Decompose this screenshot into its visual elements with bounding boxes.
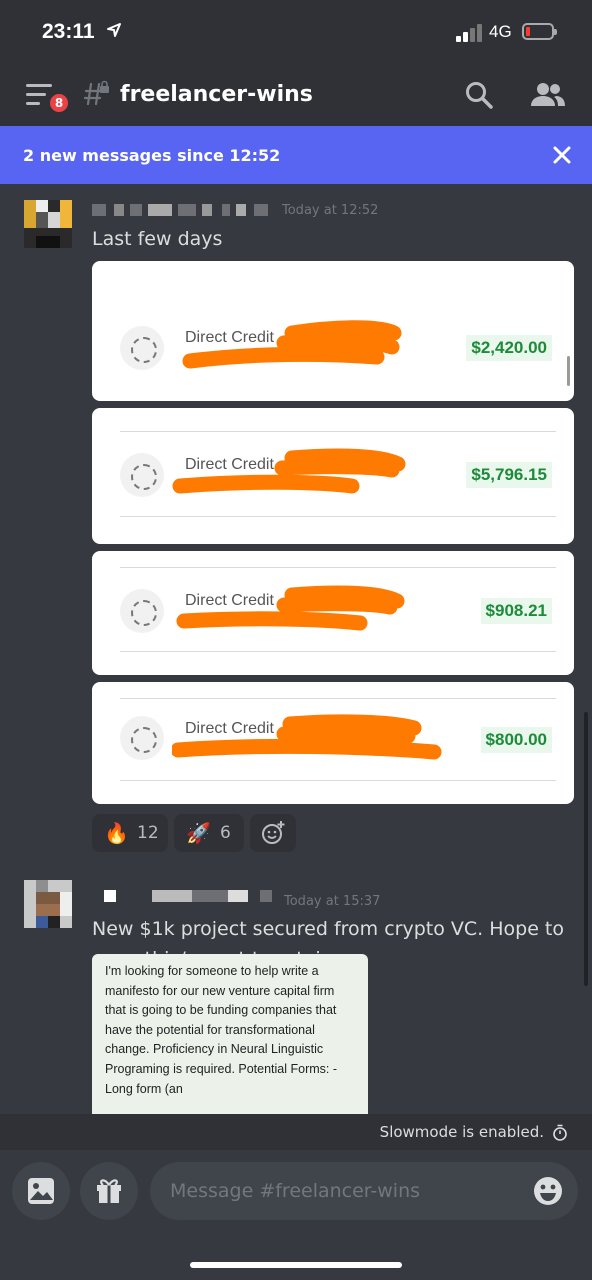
transaction-card[interactable]: Direct Credit $908.21	[92, 551, 574, 675]
clock: 23:11	[42, 20, 95, 43]
message-composer	[0, 1150, 592, 1280]
attached-screenshot[interactable]: I'm looking for someone to help write a …	[92, 954, 368, 1114]
transaction-card[interactable]: Direct Credit $800.00	[92, 682, 574, 804]
message-text: Last few days	[92, 228, 223, 250]
close-icon[interactable]	[550, 143, 574, 167]
locked-channel-hash-icon	[84, 80, 109, 106]
add-reaction-icon	[262, 821, 285, 844]
new-messages-banner[interactable]: 2 new messages since 12:52	[0, 126, 592, 184]
location-arrow-icon	[107, 23, 121, 37]
user-avatar-pixelated[interactable]	[24, 200, 72, 248]
reaction-count: 6	[220, 823, 231, 843]
transaction-status-icon	[120, 453, 164, 497]
status-bar: 23:11 4G	[0, 0, 592, 64]
transaction-amount: $800.00	[480, 727, 552, 753]
chat-scrollbar[interactable]	[584, 712, 588, 986]
unread-badge: 8	[48, 92, 70, 114]
message-timestamp: Today at 15:37	[284, 894, 381, 909]
message-timestamp: Today at 12:52	[282, 203, 379, 218]
network-type: 4G	[489, 22, 512, 41]
rocket-emoji: 🚀	[186, 821, 211, 845]
channel-name[interactable]: freelancer-wins	[120, 82, 313, 107]
message-list[interactable]: Today at 12:52 Last few days Direct Cred…	[0, 184, 592, 1114]
transaction-card[interactable]: Direct Credit $5,796.15	[92, 408, 574, 544]
new-messages-text: 2 new messages since 12:52	[23, 146, 281, 165]
attach-image-button[interactable]	[12, 1162, 70, 1220]
transaction-status-icon	[120, 326, 164, 370]
gift-button[interactable]	[80, 1162, 138, 1220]
user-avatar-pixelated[interactable]	[24, 880, 72, 928]
timer-icon	[553, 1124, 567, 1141]
username-pixelated[interactable]	[104, 890, 274, 904]
transaction-status-icon	[120, 589, 164, 633]
channel-header: 8 freelancer-wins	[0, 64, 592, 126]
cellular-signal-icon	[456, 24, 484, 42]
search-icon[interactable]	[464, 80, 494, 110]
transaction-amount: $908.21	[480, 598, 552, 624]
battery-icon	[522, 23, 557, 40]
add-reaction-button[interactable]	[250, 814, 296, 852]
emoji-picker-icon[interactable]	[532, 1175, 564, 1207]
slowmode-bar: Slowmode is enabled.	[0, 1114, 592, 1150]
attachment-text: I'm looking for someone to help write a …	[105, 964, 338, 1096]
transaction-amount: $2,420.00	[466, 335, 552, 361]
transaction-amount: $5,796.15	[466, 462, 552, 488]
slowmode-text: Slowmode is enabled.	[379, 1123, 544, 1141]
redaction-scribble	[172, 714, 442, 760]
username-pixelated[interactable]	[92, 204, 272, 218]
transaction-status-icon	[120, 716, 164, 760]
redaction-scribble	[172, 448, 406, 494]
message-input[interactable]	[150, 1162, 578, 1220]
members-icon[interactable]	[528, 80, 566, 110]
reaction-rocket[interactable]: 🚀 6	[174, 814, 244, 852]
reaction-fire[interactable]: 🔥 12	[92, 814, 168, 852]
image-scrollbar	[567, 356, 570, 386]
home-indicator[interactable]	[190, 1262, 402, 1268]
reaction-count: 12	[137, 823, 159, 843]
transaction-card[interactable]: Direct Credit $2,420.00	[92, 261, 574, 401]
redaction-scribble	[182, 320, 402, 369]
redaction-scribble	[176, 585, 405, 631]
fire-emoji: 🔥	[104, 821, 129, 845]
image-icon	[28, 1178, 54, 1204]
gift-icon	[97, 1179, 121, 1203]
